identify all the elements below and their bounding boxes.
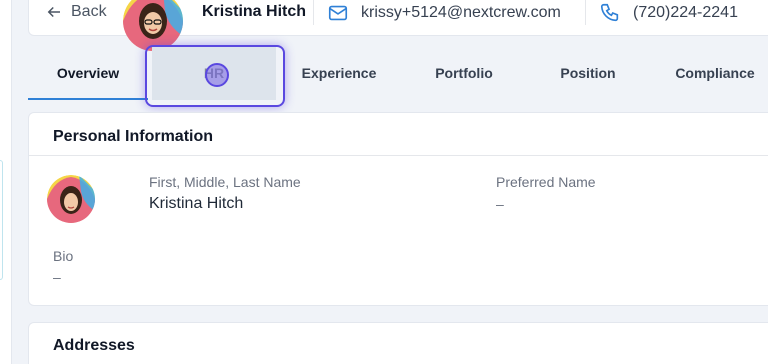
arrow-left-icon bbox=[47, 6, 60, 18]
preferred-name-label: Preferred Name bbox=[496, 174, 596, 190]
phone-contact[interactable]: (720)224-2241 bbox=[599, 2, 738, 24]
avatar bbox=[123, 0, 183, 51]
section-title: Personal Information bbox=[53, 128, 214, 145]
section-title: Addresses bbox=[53, 337, 135, 354]
email-text: krissy+5124@nextcrew.com bbox=[361, 4, 561, 21]
bio-value: – bbox=[53, 269, 61, 285]
avatar bbox=[47, 175, 95, 223]
side-panel-accent bbox=[0, 160, 3, 280]
header-divider bbox=[313, 0, 314, 25]
tab-overview[interactable]: Overview bbox=[28, 46, 148, 100]
name-field-value: Kristina Hitch bbox=[149, 195, 244, 212]
back-button[interactable]: Back bbox=[45, 3, 107, 21]
tab-position[interactable]: Position bbox=[526, 46, 650, 100]
phone-text: (720)224-2241 bbox=[633, 4, 738, 21]
mail-icon bbox=[328, 5, 348, 21]
profile-name: Kristina Hitch bbox=[202, 3, 307, 20]
tab-experience[interactable]: Experience bbox=[276, 46, 402, 100]
phone-icon bbox=[600, 3, 619, 22]
section-divider bbox=[29, 155, 768, 156]
header-divider bbox=[585, 0, 586, 25]
tab-hr[interactable]: HR bbox=[152, 46, 276, 100]
addresses-card: Addresses bbox=[28, 322, 768, 364]
profile-header: Back Kristina Hitch krissy+5124@nextcrew… bbox=[28, 0, 768, 51]
preferred-name-value: – bbox=[496, 196, 504, 212]
tab-portfolio[interactable]: Portfolio bbox=[402, 46, 526, 100]
tab-compliance[interactable]: Compliance bbox=[650, 46, 768, 100]
personal-information-card: Personal Information First, Middle, Last… bbox=[28, 112, 768, 306]
name-field-label: First, Middle, Last Name bbox=[149, 174, 301, 190]
email-contact[interactable]: krissy+5124@nextcrew.com bbox=[327, 2, 561, 24]
back-label: Back bbox=[71, 3, 107, 20]
tab-bar: Overview HR Experience Portfolio Positio… bbox=[28, 46, 768, 100]
side-panel-edge bbox=[0, 0, 12, 364]
bio-label: Bio bbox=[53, 248, 74, 264]
